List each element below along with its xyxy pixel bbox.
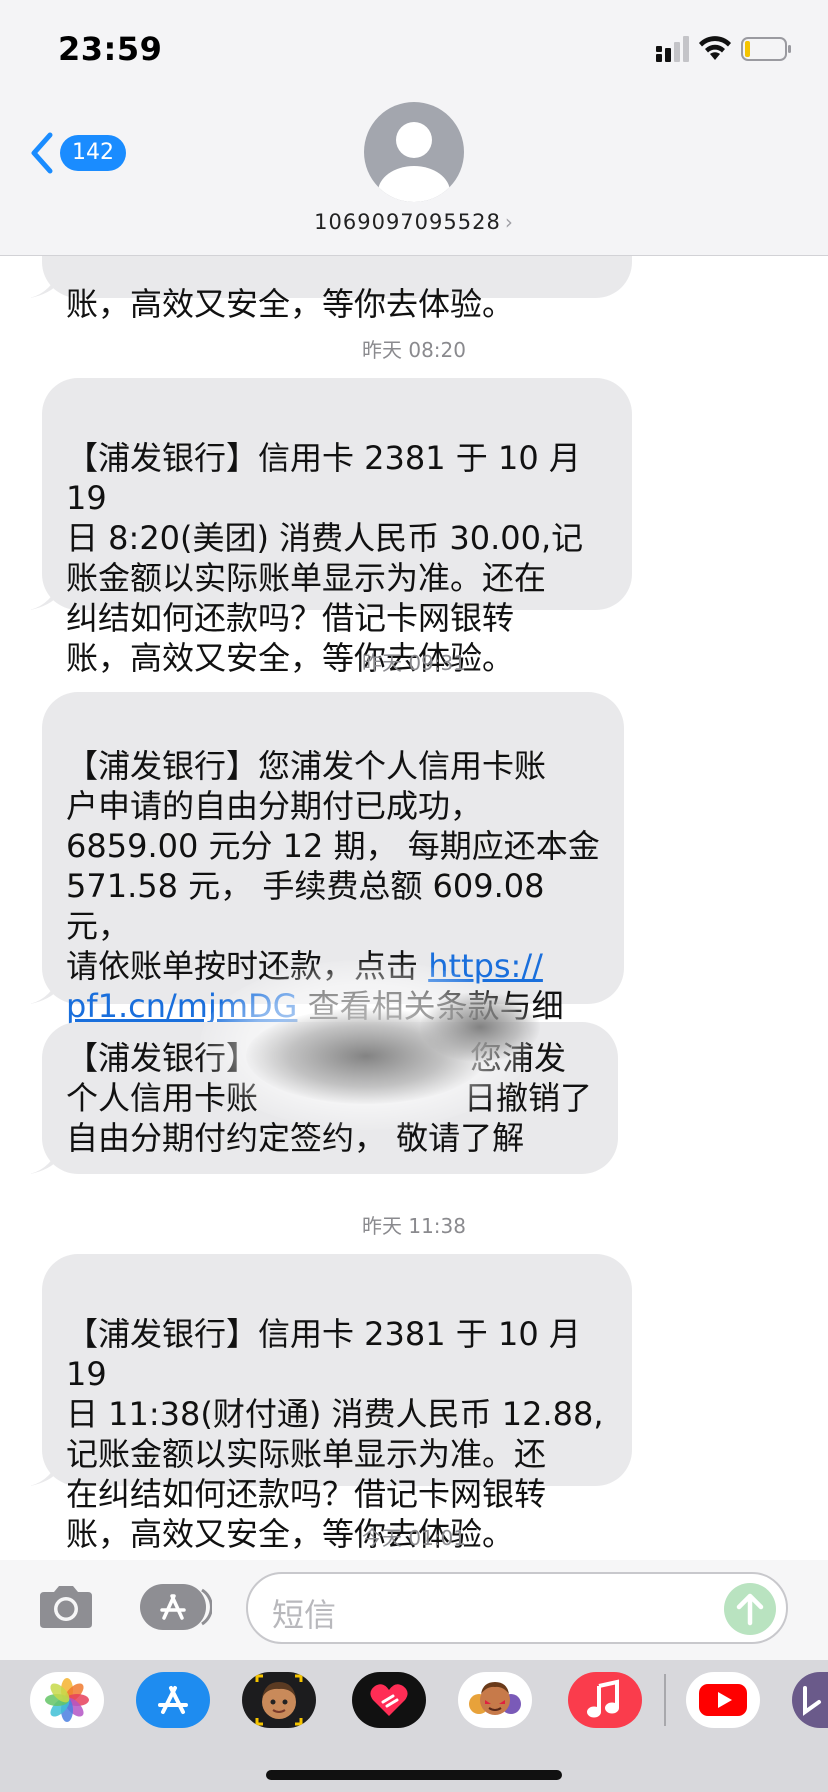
redaction-blur: [420, 992, 540, 1062]
send-arrow-icon[interactable]: [724, 1583, 776, 1635]
music-icon: [587, 1679, 619, 1718]
imessage-app-drawer: [0, 1660, 828, 1792]
chevron-left-icon: [31, 132, 53, 174]
youtube-icon: [699, 1684, 747, 1716]
unread-count-badge: 142: [60, 135, 126, 171]
music-app[interactable]: [568, 1672, 642, 1728]
digital-touch-icon: [370, 1684, 408, 1716]
home-indicator[interactable]: [266, 1770, 562, 1780]
app-store-icon: [158, 1686, 188, 1714]
animoji-icon: [469, 1682, 521, 1715]
bubble-tail: [30, 1144, 60, 1174]
bubble-tail: [30, 974, 60, 1004]
memoji-icon: [255, 1674, 303, 1726]
cellular-signal-icon: [656, 36, 689, 62]
status-time: 23:59: [58, 30, 163, 68]
animoji-app[interactable]: [458, 1672, 532, 1728]
camera-icon[interactable]: [36, 1582, 96, 1632]
contact-number: 1069097095528: [314, 210, 501, 234]
back-button[interactable]: 142: [30, 128, 130, 178]
message-text: 账，高效又安全，等你去体验。: [66, 285, 515, 323]
digital-touch-app[interactable]: [352, 1672, 426, 1728]
timestamp: 昨天 09:31: [362, 651, 466, 675]
message-bubble[interactable]: 【浦发银行】信用卡 2381 于 10 月 19 日 11:38(财付通) 消费…: [42, 1254, 632, 1553]
message-thread[interactable]: 账，高效又安全，等你去体验。 昨天 08:20 【浦发银行】信用卡 2381 于…: [0, 0, 828, 1792]
app-store-app[interactable]: [136, 1672, 210, 1728]
photos-icon: [45, 1678, 89, 1722]
message-text: 【浦发银行】信用卡 2381 于 10 月 19 日 8:20(美团) 消费人民…: [66, 439, 584, 677]
app-store-button-icon[interactable]: [138, 1582, 212, 1632]
drawer-divider: [664, 1674, 666, 1726]
battery-icon: [741, 37, 791, 61]
contact-name[interactable]: 1069097095528 ›: [0, 210, 828, 234]
more-app[interactable]: [792, 1672, 828, 1728]
message-input-placeholder: 短信: [272, 1596, 337, 1634]
timestamp: 昨天 08:20: [362, 338, 466, 362]
timestamp: 今天 01:01: [362, 1526, 466, 1550]
contact-avatar-icon[interactable]: [364, 102, 464, 202]
message-bubble[interactable]: 【浦发银行】信用卡 2381 于 10 月 19 日 8:20(美团) 消费人民…: [42, 378, 632, 677]
youtube-app[interactable]: [686, 1672, 760, 1728]
bubble-tail: [30, 1456, 60, 1486]
bubble-tail: [30, 268, 60, 298]
wifi-icon: [699, 36, 731, 60]
more-app-icon: [803, 1686, 821, 1716]
memoji-app[interactable]: [242, 1672, 316, 1728]
message-bubble[interactable]: 【浦发银行】您浦发个人信用卡账 户申请的自由分期付已成功， 6859.00 元分…: [42, 692, 624, 1065]
chevron-right-icon: ›: [504, 210, 514, 234]
bubble-tail: [30, 580, 60, 610]
message-input[interactable]: 短信: [246, 1572, 788, 1644]
photos-app[interactable]: [30, 1672, 104, 1728]
message-input-bar: 短信: [0, 1560, 828, 1660]
timestamp: 昨天 11:38: [362, 1214, 466, 1238]
conversation-header: 23:59 142 1069097095528 ›: [0, 0, 828, 256]
message-text: 【浦发银行】信用卡 2381 于 10 月 19 日 11:38(财付通) 消费…: [66, 1315, 604, 1553]
message-text: 自由分期付约定签约， 敬请了解: [66, 1119, 525, 1157]
